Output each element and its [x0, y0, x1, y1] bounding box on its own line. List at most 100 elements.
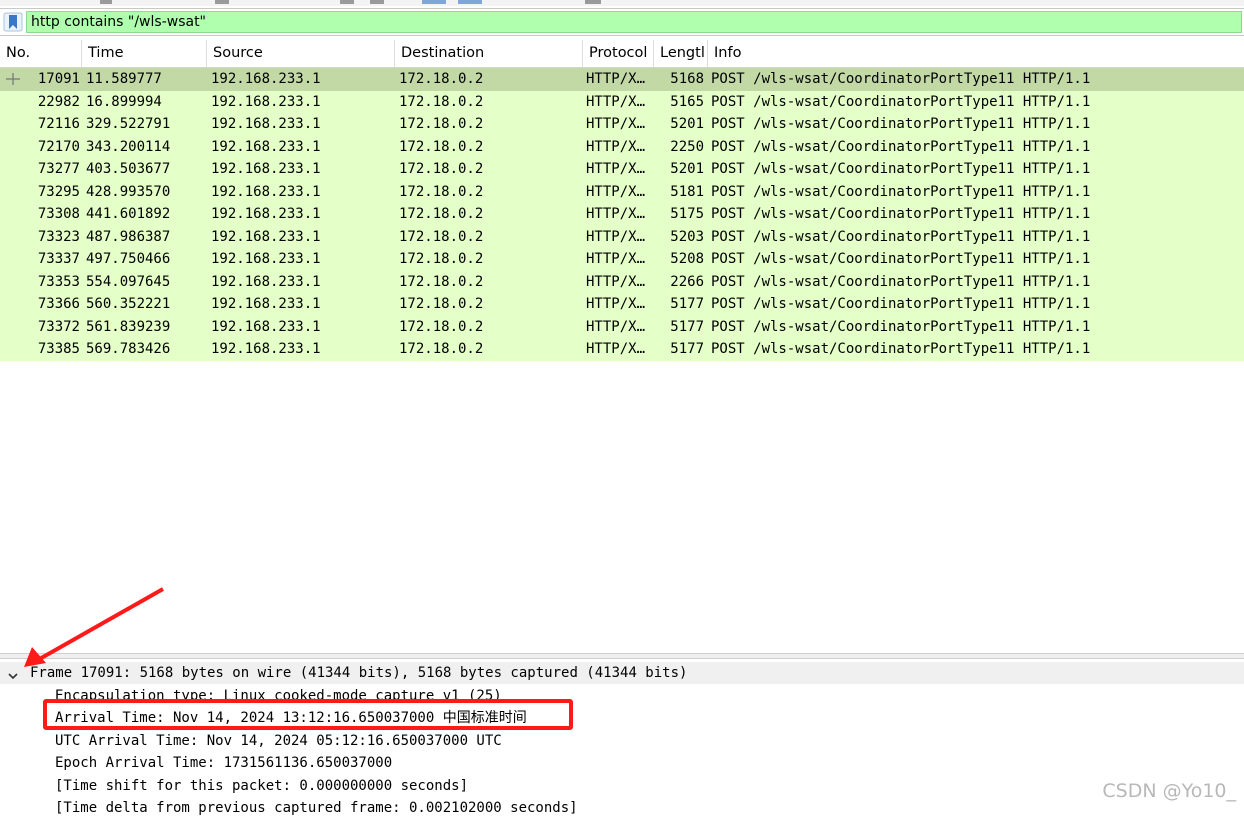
packet-source: 192.168.233.1 [211, 183, 321, 200]
packet-length: 5177 [670, 341, 704, 357]
packet-info: POST /wls-wsat/CoordinatorPortType11 HTT… [711, 206, 1091, 222]
packet-row[interactable]: 73277 403.503677 192.168.233.1 172.18.0.2 HT… [0, 158, 1244, 181]
tree-item-time-shift[interactable]: [Time shift for this packet: 0.000000000… [55, 775, 468, 797]
packet-protocol: HTTP/X… [586, 183, 646, 200]
packet-source: 192.168.233.1 [211, 206, 321, 222]
packet-row[interactable]: 72116 329.522791 192.168.233.1 172.18.0.2 HT… [0, 113, 1244, 136]
packet-protocol: HTTP/X… [586, 341, 646, 357]
packet-time: 403.503677 [86, 161, 171, 177]
packet-row[interactable]: 73323 487.986387 192.168.233.1 172.18.0.2 HT… [0, 225, 1244, 248]
toolbar-icon[interactable] [340, 0, 354, 4]
packet-info: POST /wls-wsat/CoordinatorPortType11 HTT… [711, 341, 1091, 357]
packet-source: 192.168.233.1 [211, 341, 321, 357]
packet-destination: 172.18.0.2 [399, 71, 484, 87]
packet-info: POST /wls-wsat/CoordinatorPortType11 HTT… [711, 296, 1091, 312]
packet-source: 192.168.233.1 [211, 71, 321, 87]
packet-row[interactable]: 73353 554.097645 192.168.233.1 172.18.0.2 HT… [0, 270, 1244, 293]
packet-row[interactable]: 73366 560.352221 192.168.233.1 172.18.0.2 HT… [0, 293, 1244, 316]
toolbar-icon[interactable] [215, 0, 229, 4]
packet-source: 192.168.233.1 [211, 116, 321, 132]
column-header-length[interactable]: Lengtl [654, 40, 708, 67]
packet-length: 2250 [670, 138, 704, 155]
toolbar-icon[interactable] [370, 0, 384, 4]
column-header-info[interactable]: Info [708, 40, 1244, 67]
packet-source: 192.168.233.1 [211, 251, 321, 267]
packet-info: POST /wls-wsat/CoordinatorPortType11 HTT… [711, 71, 1091, 87]
packet-row[interactable]: 73385 569.783426 192.168.233.1 172.18.0.2 HT… [0, 338, 1244, 361]
packet-length: 5168 [670, 71, 704, 87]
toolbar-icon[interactable] [100, 0, 112, 4]
packet-info: POST /wls-wsat/CoordinatorPortType11 HTT… [711, 318, 1091, 335]
pane-splitter[interactable] [0, 653, 1244, 659]
bookmark-icon[interactable] [3, 12, 23, 32]
packet-info: POST /wls-wsat/CoordinatorPortType11 HTT… [711, 116, 1091, 132]
toolbar-icon[interactable] [585, 0, 601, 4]
chevron-down-icon[interactable] [7, 667, 19, 680]
packet-source: 192.168.233.1 [211, 296, 321, 312]
packet-row[interactable]: 73372 561.839239 192.168.233.1 172.18.0.2 HT… [0, 315, 1244, 338]
packet-protocol: HTTP/X… [586, 138, 646, 155]
packet-number: 72170 [37, 138, 80, 155]
toolbar-icon[interactable] [422, 0, 446, 4]
column-header-no[interactable]: No. [0, 40, 82, 67]
packet-source: 192.168.233.1 [211, 161, 321, 177]
packet-number: 73366 [37, 296, 80, 312]
tree-item-utc-arrival-time[interactable]: UTC Arrival Time: Nov 14, 2024 05:12:16.… [55, 730, 502, 752]
packet-list-header: No. Time Source Destination Protocol Len… [0, 40, 1244, 68]
packet-number: 73372 [37, 318, 80, 335]
packet-destination: 172.18.0.2 [399, 296, 484, 312]
packet-destination: 172.18.0.2 [399, 161, 484, 177]
tree-item-epoch-arrival-time[interactable]: Epoch Arrival Time: 1731561136.650037000 [55, 752, 392, 774]
packet-destination: 172.18.0.2 [399, 116, 484, 132]
packet-list[interactable]: 17091 11.589777 192.168.233.1 172.18.0.2 HTT… [0, 68, 1244, 653]
packet-time: 554.097645 [86, 273, 171, 290]
display-filter-input[interactable]: http contains "/wls-wsat" [26, 11, 1242, 33]
watermark: CSDN @Yo10_ [1102, 780, 1236, 802]
packet-length: 5208 [670, 251, 704, 267]
packet-number: 73277 [37, 161, 80, 177]
column-header-destination[interactable]: Destination [395, 40, 583, 67]
tree-item-frame[interactable]: Frame 17091: 5168 bytes on wire (41344 b… [0, 662, 1244, 684]
packet-info: POST /wls-wsat/CoordinatorPortType11 HTT… [711, 93, 1091, 110]
packet-number: 73337 [37, 251, 80, 267]
packet-source: 192.168.233.1 [211, 138, 321, 155]
packet-protocol: HTTP/X… [586, 71, 646, 87]
packet-destination: 172.18.0.2 [399, 318, 484, 335]
packet-row[interactable]: 73295 428.993570 192.168.233.1 172.18.0.2 HT… [0, 180, 1244, 203]
packet-destination: 172.18.0.2 [399, 228, 484, 245]
packet-destination: 172.18.0.2 [399, 341, 484, 357]
annotation-arrow-icon [24, 587, 164, 667]
packet-source: 192.168.233.1 [211, 93, 321, 110]
packet-source: 192.168.233.1 [211, 318, 321, 335]
packet-number: 73323 [37, 228, 80, 245]
packet-info: POST /wls-wsat/CoordinatorPortType11 HTT… [711, 138, 1091, 155]
column-header-source[interactable]: Source [207, 40, 395, 67]
packet-row[interactable]: 17091 11.589777 192.168.233.1 172.18.0.2 HTT… [0, 68, 1244, 91]
toolbar-icon[interactable] [458, 0, 482, 4]
column-header-protocol[interactable]: Protocol [583, 40, 654, 67]
packet-protocol: HTTP/X… [586, 296, 646, 312]
packet-number: 73308 [37, 206, 80, 222]
packet-time: 561.839239 [86, 318, 171, 335]
packet-length: 5175 [670, 206, 704, 222]
packet-time: 16.899994 [86, 93, 162, 110]
packet-source: 192.168.233.1 [211, 228, 321, 245]
main-toolbar [0, 0, 1244, 6]
packet-row[interactable]: 73308 441.601892 192.168.233.1 172.18.0.2 HT… [0, 203, 1244, 226]
packet-protocol: HTTP/X… [586, 161, 646, 177]
packet-length: 5181 [670, 183, 704, 200]
packet-source: 192.168.233.1 [211, 273, 321, 290]
packet-protocol: HTTP/X… [586, 116, 646, 132]
packet-row[interactable]: 72170 343.200114 192.168.233.1 172.18.0.2 HT… [0, 135, 1244, 158]
column-header-time[interactable]: Time [82, 40, 207, 67]
packet-time: 329.522791 [86, 116, 171, 132]
packet-protocol: HTTP/X… [586, 318, 646, 335]
packet-protocol: HTTP/X… [586, 228, 646, 245]
packet-length: 5165 [670, 93, 704, 110]
packet-row[interactable]: 22982 16.899994 192.168.233.1 172.18.0.2 HTT… [0, 90, 1244, 113]
packet-protocol: HTTP/X… [586, 93, 646, 110]
tree-item-time-delta[interactable]: [Time delta from previous captured frame… [55, 797, 578, 819]
highlight-box [43, 699, 573, 730]
packet-row[interactable]: 73337 497.750466 192.168.233.1 172.18.0.2 HT… [0, 248, 1244, 271]
packet-length: 5201 [670, 116, 704, 132]
